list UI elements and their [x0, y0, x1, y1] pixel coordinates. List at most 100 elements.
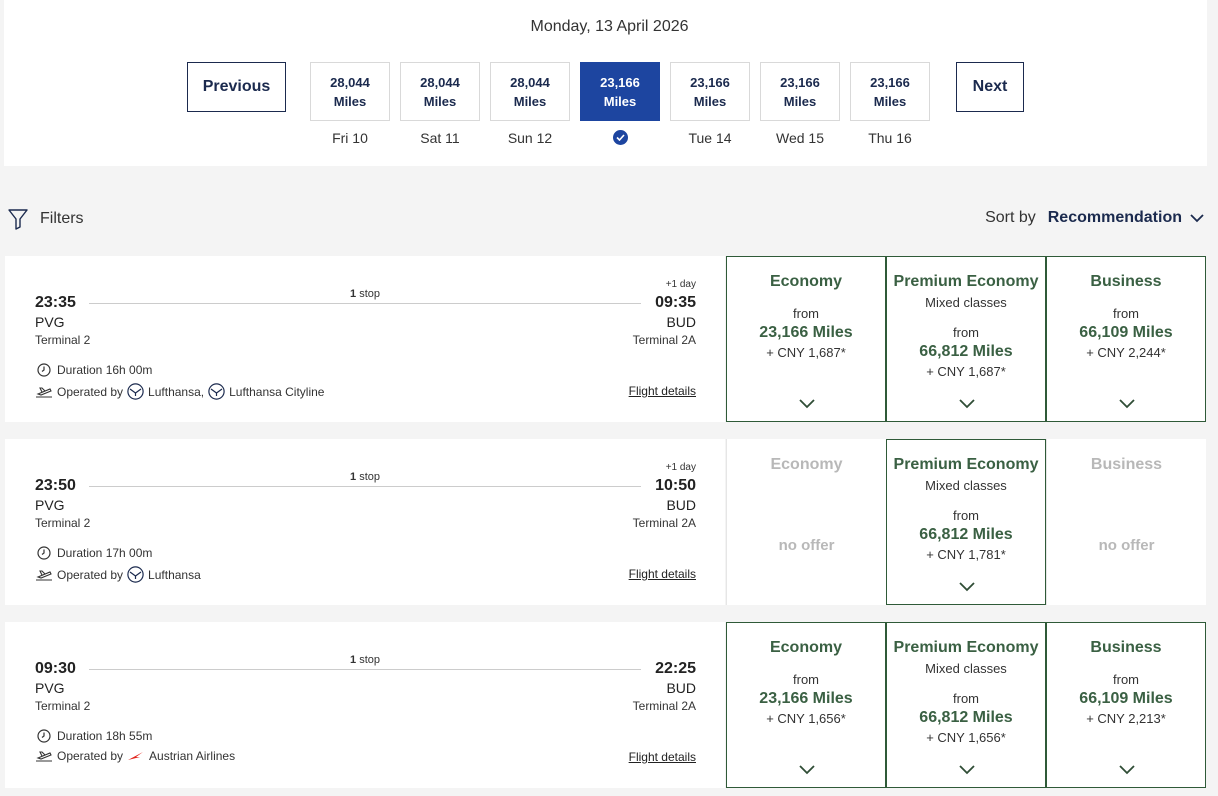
austrian-arrow-icon [128, 752, 144, 760]
fare-premium-economy[interactable]: Premium Economy Mixed classes from 66,81… [886, 256, 1046, 422]
flight-info: 09:30 22:25 1 stop PVG BUD Terminal 2 Te… [5, 622, 725, 788]
day-option-mon-13-selected[interactable]: 23,166 Miles [580, 62, 660, 146]
arrival-terminal: Terminal 2A [632, 333, 696, 347]
day-miles: 23,166 [780, 74, 820, 90]
day-option-sat-11[interactable]: 28,044 Miles Sat 11 [400, 62, 480, 146]
fare-title: Economy [769, 639, 842, 656]
departure-time: 09:30 [35, 660, 76, 677]
fare-miles: 23,166 Miles [759, 324, 853, 341]
operated-by: Operated by Austrian Airlines [35, 749, 235, 763]
fare-subtitle: Mixed classes [925, 478, 1007, 493]
day-price-box[interactable]: 28,044 Miles [490, 62, 570, 121]
no-offer-label: no offer [778, 537, 835, 554]
carrier-name: Lufthansa [148, 567, 201, 582]
fare-title: Economy [769, 273, 842, 290]
carrier-name: Lufthansa Cityline [229, 384, 325, 399]
day-miles-unit: Miles [873, 93, 907, 109]
plane-icon [36, 751, 52, 762]
day-option-fri-10[interactable]: 28,044 Miles Fri 10 [310, 62, 390, 146]
day-price-box[interactable]: 23,166 Miles [670, 62, 750, 121]
arrival-time: 10:50 [655, 477, 696, 494]
day-label: Wed 15 [776, 130, 824, 146]
fare-economy[interactable]: Economy from 23,166 Miles + CNY 1,687* [726, 256, 886, 422]
plane-icon [36, 386, 52, 398]
day-option-thu-16[interactable]: 23,166 Miles Thu 16 [850, 62, 930, 146]
flight-details-link[interactable]: Flight details [629, 750, 696, 764]
day-price-box[interactable]: 28,044 Miles [310, 62, 390, 121]
filters-button[interactable]: Filters [8, 208, 84, 230]
next-button[interactable]: Next [956, 62, 1024, 112]
day-price-box[interactable]: 23,166 Miles [850, 62, 930, 121]
fare-title: Premium Economy [893, 273, 1039, 290]
flight-result: +1 day 23:35 09:35 1 stop PVG BUD Termin… [5, 256, 1206, 422]
flight-duration: Duration 17h 00m [37, 546, 152, 560]
crane-icon [127, 383, 144, 400]
day-option-sun-12[interactable]: 28,044 Miles Sun 12 [490, 62, 570, 146]
route-line [89, 486, 641, 487]
day-label: Thu 16 [868, 130, 912, 146]
fare-miles: 66,812 Miles [919, 709, 1013, 726]
arrival-airport: BUD [666, 680, 696, 696]
day-label: Sun 12 [507, 130, 553, 146]
stops-indicator: 1 stop [350, 471, 380, 483]
day-miles-unit: Miles [603, 93, 637, 109]
fare-tax: + CNY 1,687* [766, 345, 846, 360]
departure-time: 23:35 [35, 294, 76, 311]
clock-icon [37, 546, 51, 560]
carrier-name: Lufthansa, [148, 384, 205, 399]
clock-icon [37, 363, 51, 377]
chevron-down-icon [1119, 765, 1135, 775]
selected-date-title: Monday, 13 April 2026 [530, 18, 689, 35]
day-miles: 28,044 [510, 74, 550, 90]
day-price-box[interactable]: 23,166 Miles [580, 62, 660, 121]
fare-from: from [953, 691, 979, 706]
day-label: Fri 10 [332, 130, 368, 146]
fare-economy-unavailable: Economy no offer [726, 439, 886, 605]
fare-business-unavailable: Business no offer [1046, 439, 1206, 605]
chevron-down-icon [959, 582, 975, 592]
fare-subtitle: Mixed classes [925, 295, 1007, 310]
route-line [89, 669, 641, 670]
fare-premium-economy[interactable]: Premium Economy Mixed classes from 66,81… [886, 439, 1046, 605]
day-miles-unit: Miles [693, 93, 727, 109]
fare-business[interactable]: Business from 66,109 Miles + CNY 2,213* [1046, 622, 1206, 788]
chevron-down-icon [799, 399, 815, 409]
fare-economy[interactable]: Economy from 23,166 Miles + CNY 1,656* [726, 622, 886, 788]
previous-button[interactable]: Previous [187, 62, 286, 112]
fare-miles: 66,109 Miles [1079, 324, 1173, 341]
day-miles: 28,044 [330, 74, 370, 90]
operated-by: Operated by Lufthansa, Lufthansa Citylin… [35, 383, 324, 400]
plus-day-badge: +1 day [665, 462, 696, 473]
flight-duration: Duration 18h 55m [37, 729, 152, 743]
fare-title: Business [1090, 456, 1163, 473]
fare-from: from [953, 325, 979, 340]
fare-tax: + CNY 2,244* [1086, 345, 1166, 360]
filters-label: Filters [40, 210, 84, 227]
fare-title: Premium Economy [893, 456, 1039, 473]
day-option-tue-14[interactable]: 23,166 Miles Tue 14 [670, 62, 750, 146]
arrival-time: 22:25 [655, 660, 696, 677]
day-miles: 23,166 [870, 74, 910, 90]
fare-miles: 66,812 Miles [919, 343, 1013, 360]
fare-miles: 66,812 Miles [919, 526, 1013, 543]
chevron-down-icon [1119, 399, 1135, 409]
fare-title: Business [1090, 639, 1162, 656]
departure-airport: PVG [35, 680, 65, 696]
day-miles: 28,044 [420, 74, 460, 90]
arrival-airport: BUD [666, 314, 696, 330]
flight-details-link[interactable]: Flight details [629, 384, 696, 398]
flight-details-link[interactable]: Flight details [629, 567, 696, 581]
fare-from: from [793, 306, 819, 321]
day-miles: 23,166 [690, 74, 730, 90]
sort-dropdown[interactable]: Recommendation [1048, 209, 1182, 227]
fare-business[interactable]: Business from 66,109 Miles + CNY 2,244* [1046, 256, 1206, 422]
fare-from: from [793, 672, 819, 687]
day-price-box[interactable]: 23,166 Miles [760, 62, 840, 121]
day-option-wed-15[interactable]: 23,166 Miles Wed 15 [760, 62, 840, 146]
date-selector: Monday, 13 April 2026 Previous 28,044 Mi… [4, 0, 1207, 166]
day-price-box[interactable]: 28,044 Miles [400, 62, 480, 121]
fare-premium-economy[interactable]: Premium Economy Mixed classes from 66,81… [886, 622, 1046, 788]
chevron-down-icon[interactable] [1190, 213, 1204, 223]
day-label: Sat 11 [420, 130, 460, 146]
plus-day-badge: +1 day [665, 279, 696, 290]
